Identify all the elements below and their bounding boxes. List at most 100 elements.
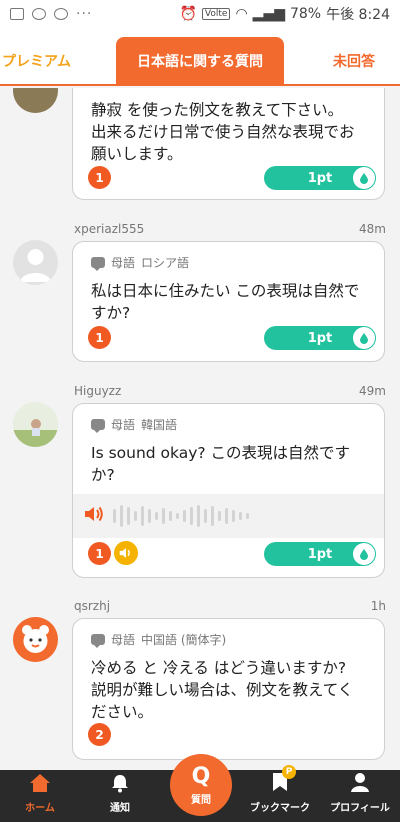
nav-notifications-label: 通知 xyxy=(110,803,130,814)
nav-bookmarks-label: ブックマーク xyxy=(250,803,310,814)
question-item: xperiazl555 48m 母語 ロシア語 私は日本に住みたい この表現は自… xyxy=(0,220,400,365)
question-text-line: Is sound okay? この表現は自然です xyxy=(91,444,351,462)
language-prefix: 母語 xyxy=(111,418,136,432)
more-notifications-icon: ··· xyxy=(76,6,93,22)
tab-bar: プレミアム 日本語に関する質問 未回答 xyxy=(0,28,400,86)
language-row: 母語 ロシア語 xyxy=(91,254,189,271)
drop-icon xyxy=(353,327,375,349)
avatar[interactable] xyxy=(13,402,58,447)
native-language: 中国語 (簡体字) xyxy=(141,633,227,647)
clock: 午後 8:24 xyxy=(326,7,390,23)
waveform xyxy=(113,505,249,527)
avatar[interactable] xyxy=(13,240,58,285)
bookmark-icon: P xyxy=(270,765,296,796)
ask-question-button[interactable]: Q 質問 xyxy=(170,754,232,816)
question-card[interactable]: 母語 韓国語 Is sound okay? この表現は自然です か? 1 1pt xyxy=(72,403,385,578)
bottom-nav: ホーム 通知 Q 質問 P ブックマーク プロフィール xyxy=(0,754,400,822)
bell-icon xyxy=(110,773,130,796)
question-text-line: 私は日本に住みたい この表現は自然で xyxy=(91,282,360,300)
wifi-icon: ◠ xyxy=(235,6,248,22)
question-feed[interactable]: 静寂 を使った例文を教えて下さい。 出来るだけ日常で使う自然な表現でお 願いしま… xyxy=(0,88,400,770)
avatar[interactable] xyxy=(13,617,58,662)
app-root: ··· ⏰ Volte ◠ ▂▄▆ 78% 午後 8:24 プレミアム 日本語に… xyxy=(0,0,400,822)
points-button[interactable]: 1pt xyxy=(264,542,376,566)
points-button[interactable]: 1pt xyxy=(264,326,376,350)
question-text-line: 出来るだけ日常で使う自然な表現でお xyxy=(91,123,355,141)
question-text-line: すか? xyxy=(91,304,131,322)
question-card[interactable]: 母語 ロシア語 私は日本に住みたい この表現は自然で すか? 1 1pt xyxy=(72,241,385,362)
tab-premium[interactable]: プレミアム xyxy=(0,37,90,84)
question-text-line: 静寂 を使った例文を教えて下さい。 xyxy=(91,101,344,119)
mascot-avatar-icon xyxy=(22,625,49,653)
language-row: 母語 中国語 (簡体字) xyxy=(91,631,226,648)
question-text-line: 願いします。 xyxy=(91,145,183,163)
avatar[interactable] xyxy=(13,88,58,113)
question-meta: Higuyzz 49m xyxy=(74,384,386,402)
native-language: ロシア語 xyxy=(141,256,190,270)
points-label: 1pt xyxy=(307,330,333,346)
drop-icon xyxy=(353,167,375,189)
nav-notifications[interactable]: 通知 xyxy=(90,770,150,822)
messenger-notification-icon xyxy=(32,8,46,20)
question-text-line: か? xyxy=(91,466,115,484)
q-logo-icon: Q xyxy=(191,763,211,789)
post-time: 49m xyxy=(359,384,386,398)
nav-home-label: ホーム xyxy=(25,803,55,814)
question-meta: xperiazl555 48m xyxy=(74,222,386,240)
username[interactable]: qsrzhj xyxy=(74,599,110,617)
username[interactable]: xperiazl555 xyxy=(74,222,144,240)
username[interactable]: Higuyzz xyxy=(74,384,121,402)
answer-count-badge: 2 xyxy=(88,723,111,746)
points-label: 1pt xyxy=(307,546,333,562)
alarm-icon: ⏰ xyxy=(179,6,197,22)
question-item: qsrzhj 1h 母語 中国語 (簡体字) 冷める と 冷える はどう違います… xyxy=(0,597,400,770)
answer-count-badge: 1 xyxy=(88,326,111,349)
drop-icon xyxy=(353,543,375,565)
speaker-icon[interactable] xyxy=(83,504,105,528)
audio-player[interactable] xyxy=(73,494,384,538)
audio-answer-icon xyxy=(114,541,138,565)
question-card[interactable]: 母語 中国語 (簡体字) 冷める と 冷える はどう違いますか? 説明が難しい場… xyxy=(72,618,385,760)
volte-icon: Volte xyxy=(201,8,231,20)
q-app-notification-icon xyxy=(54,8,68,20)
home-icon xyxy=(29,773,51,796)
profile-icon xyxy=(349,771,371,796)
default-avatar-icon xyxy=(20,249,51,282)
points-label: 1pt xyxy=(307,170,333,186)
question-item: 静寂 を使った例文を教えて下さい。 出来るだけ日常で使う自然な表現でお 願いしま… xyxy=(0,88,400,203)
nav-bookmarks[interactable]: P ブックマーク xyxy=(245,765,315,822)
question-card[interactable]: 静寂 を使った例文を教えて下さい。 出来るだけ日常で使う自然な表現でお 願いしま… xyxy=(72,88,385,200)
question-text-line: 冷める と 冷える はどう違いますか? xyxy=(91,659,347,677)
native-language: 韓国語 xyxy=(141,418,178,432)
post-time: 48m xyxy=(359,222,386,236)
question-meta: qsrzhj 1h xyxy=(74,599,386,617)
battery-level: 78% xyxy=(289,6,322,22)
question-text: 静寂 を使った例文を教えて下さい。 出来るだけ日常で使う自然な表現でお 願いしま… xyxy=(91,99,376,165)
question-item: Higuyzz 49m 母語 韓国語 Is sound okay? この表現は自… xyxy=(0,382,400,582)
question-text-line: ださい。 xyxy=(91,703,154,721)
speech-bubble-icon xyxy=(91,257,105,271)
gallery-notification-icon xyxy=(10,8,24,20)
status-bar: ··· ⏰ Volte ◠ ▂▄▆ 78% 午後 8:24 xyxy=(0,0,400,28)
ask-label: 質問 xyxy=(191,794,211,806)
points-button[interactable]: 1pt xyxy=(264,166,376,190)
speech-bubble-icon xyxy=(91,634,105,648)
tab-japanese-questions[interactable]: 日本語に関する質問 xyxy=(116,37,284,84)
question-text: 私は日本に住みたい この表現は自然で すか? xyxy=(91,280,376,324)
language-prefix: 母語 xyxy=(111,256,136,270)
question-text: 冷める と 冷える はどう違いますか? 説明が難しい場合は、例文を教えてく ださ… xyxy=(91,657,376,723)
signal-icon: ▂▄▆ xyxy=(252,6,285,22)
nav-profile[interactable]: プロフィール xyxy=(325,770,395,822)
language-row: 母語 韓国語 xyxy=(91,416,177,433)
nav-profile-label: プロフィール xyxy=(330,803,390,814)
speech-bubble-icon xyxy=(91,419,105,433)
avatar-photo xyxy=(13,402,58,447)
answer-count-badge: 1 xyxy=(88,542,111,565)
answer-count-badge: 1 xyxy=(88,166,111,189)
language-prefix: 母語 xyxy=(111,633,136,647)
question-text-line: 説明が難しい場合は、例文を教えてく xyxy=(91,681,354,699)
tab-unanswered[interactable]: 未回答 xyxy=(308,37,400,84)
points-badge: P xyxy=(282,765,296,779)
question-text: Is sound okay? この表現は自然です か? xyxy=(91,442,376,486)
nav-home[interactable]: ホーム xyxy=(10,770,70,822)
